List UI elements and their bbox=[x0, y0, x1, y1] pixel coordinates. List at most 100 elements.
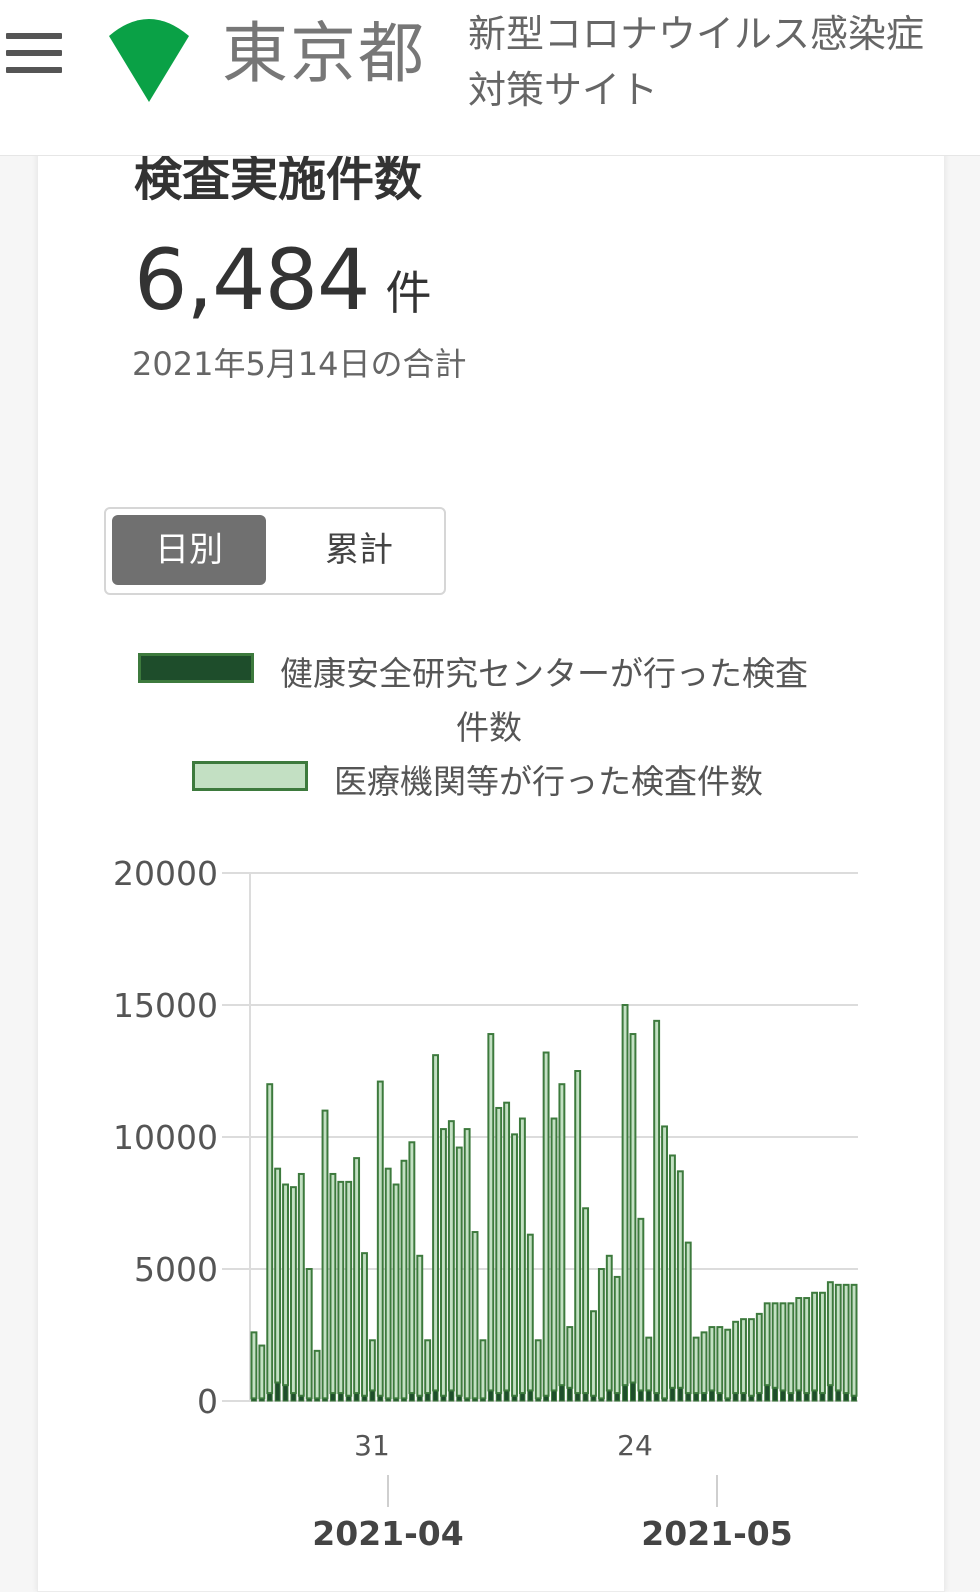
bar-series2 bbox=[345, 1180, 353, 1397]
bar-series1 bbox=[606, 1389, 613, 1402]
bar-series1 bbox=[582, 1392, 589, 1402]
bar-series1 bbox=[772, 1387, 779, 1402]
bar-series2 bbox=[724, 1328, 732, 1400]
bar-series1 bbox=[811, 1389, 818, 1402]
bar-series2 bbox=[716, 1326, 724, 1395]
bar-series2 bbox=[771, 1302, 779, 1389]
bar-series1 bbox=[740, 1392, 747, 1402]
bar-series1 bbox=[487, 1389, 494, 1402]
x-tick-label: 31 bbox=[354, 1429, 390, 1462]
x-month-label: 2021-04 bbox=[312, 1514, 463, 1553]
bar-series2 bbox=[463, 1128, 471, 1400]
bar-series2 bbox=[637, 1217, 645, 1392]
bar-series2 bbox=[392, 1183, 400, 1400]
bar-series2 bbox=[803, 1297, 811, 1395]
bar-series2 bbox=[621, 1004, 629, 1387]
bar-series1 bbox=[329, 1392, 336, 1402]
bar-series1 bbox=[764, 1384, 771, 1402]
y-tick-label: 10000 bbox=[113, 1118, 218, 1157]
bar-series1 bbox=[843, 1392, 850, 1402]
bar-series1 bbox=[266, 1392, 273, 1402]
bar-series2 bbox=[755, 1312, 763, 1395]
bar-series2 bbox=[479, 1339, 487, 1400]
bar-series1 bbox=[424, 1392, 431, 1402]
bar-series2 bbox=[605, 1254, 613, 1392]
bar-series1 bbox=[566, 1387, 573, 1402]
bar-series2 bbox=[289, 1186, 297, 1395]
y-tick-label: 20000 bbox=[113, 854, 218, 893]
bar-series1 bbox=[795, 1389, 802, 1402]
bar-series2 bbox=[582, 1207, 590, 1395]
bar-series2 bbox=[368, 1339, 376, 1392]
bar-series2 bbox=[645, 1336, 653, 1392]
bar-series1 bbox=[637, 1389, 644, 1402]
bar-series1 bbox=[337, 1392, 344, 1402]
bar-series2 bbox=[447, 1120, 455, 1392]
bar-series2 bbox=[495, 1106, 503, 1395]
bar-series1 bbox=[716, 1392, 723, 1402]
bar-series2 bbox=[487, 1033, 495, 1392]
bar-series1 bbox=[653, 1392, 660, 1402]
tokyo-logo-icon[interactable] bbox=[105, 16, 193, 104]
bar-series2 bbox=[590, 1310, 597, 1397]
bar-series1 bbox=[819, 1392, 826, 1402]
bar-series2 bbox=[337, 1180, 345, 1395]
bar-series2 bbox=[266, 1083, 274, 1395]
bar-series2 bbox=[692, 1336, 700, 1395]
bar-series2 bbox=[542, 1051, 550, 1397]
bar-series1 bbox=[558, 1384, 565, 1402]
bar-series2 bbox=[471, 1231, 479, 1400]
bar-series2 bbox=[597, 1268, 605, 1400]
bar-series1 bbox=[274, 1382, 281, 1402]
site-title[interactable]: 新型コロナウイルス感染症 対策サイト bbox=[468, 6, 924, 118]
bar-series1 bbox=[408, 1392, 415, 1402]
bar-series2 bbox=[408, 1141, 416, 1395]
bar-series1 bbox=[519, 1392, 526, 1402]
bar-series2 bbox=[503, 1101, 511, 1392]
bar-series1 bbox=[432, 1389, 439, 1402]
x-month-label: 2021-05 bbox=[641, 1514, 792, 1553]
bar-series1 bbox=[551, 1389, 557, 1402]
bar-series1 bbox=[780, 1389, 786, 1402]
logo-text[interactable]: 東京都 bbox=[222, 14, 426, 94]
bar-series2 bbox=[353, 1157, 361, 1395]
bar-series2 bbox=[558, 1083, 566, 1387]
bar-series1 bbox=[630, 1382, 636, 1402]
bar-chart: 20000 15000 10000 5000 0 31 24 2021-04 2021-05 bbox=[113, 854, 858, 1553]
y-tick-label: 15000 bbox=[113, 986, 218, 1025]
bar-series1 bbox=[803, 1392, 810, 1402]
bar-series1 bbox=[369, 1389, 376, 1402]
bar-series2 bbox=[661, 1125, 668, 1400]
bar-series1 bbox=[503, 1389, 510, 1402]
bar-series1 bbox=[787, 1392, 794, 1402]
bar-series2 bbox=[424, 1339, 432, 1395]
bar-series2 bbox=[811, 1291, 819, 1392]
bar-series1 bbox=[614, 1392, 621, 1402]
bar-series2 bbox=[779, 1302, 787, 1392]
bar-series1 bbox=[622, 1384, 629, 1402]
bar-series1 bbox=[756, 1392, 763, 1402]
bar-series2 bbox=[834, 1283, 842, 1392]
bar-series2 bbox=[432, 1054, 440, 1392]
bar-series2 bbox=[313, 1349, 321, 1400]
bar-series2 bbox=[305, 1268, 313, 1400]
bar-series2 bbox=[795, 1297, 803, 1392]
bar-series2 bbox=[684, 1241, 692, 1395]
bar-series2 bbox=[740, 1318, 747, 1395]
bar-series2 bbox=[384, 1167, 392, 1400]
bar-series2 bbox=[526, 1233, 534, 1392]
app-header: 東京都 新型コロナウイルス感染症 対策サイト bbox=[0, 0, 980, 156]
bar-series2 bbox=[534, 1339, 542, 1400]
bar-series1 bbox=[282, 1384, 289, 1402]
bar-series2 bbox=[763, 1302, 771, 1387]
menu-icon[interactable] bbox=[6, 30, 62, 76]
bar-series1 bbox=[701, 1392, 707, 1402]
bar-series2 bbox=[787, 1302, 795, 1395]
bar-series2 bbox=[566, 1326, 574, 1389]
bar-series1 bbox=[732, 1392, 739, 1402]
bar-series1 bbox=[448, 1389, 455, 1402]
bar-series2 bbox=[842, 1283, 850, 1395]
bar-series1 bbox=[574, 1392, 581, 1402]
bar-series2 bbox=[361, 1252, 368, 1397]
bar-series2 bbox=[518, 1117, 526, 1395]
